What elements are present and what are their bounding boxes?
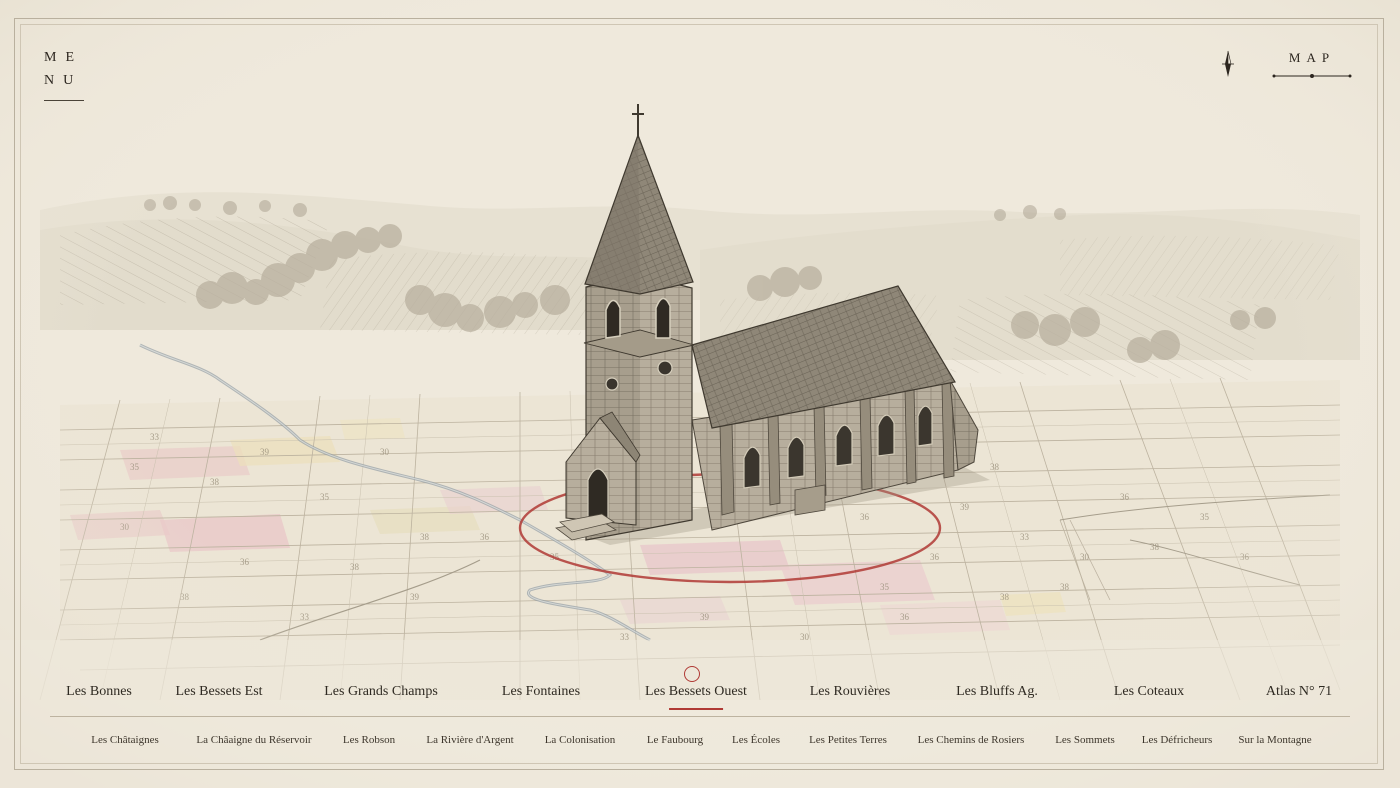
map-button-label: MAP — [1288, 50, 1336, 65]
subdistrict-link[interactable]: Les Écoles — [732, 734, 780, 746]
district-link[interactable]: Les Rouvières — [810, 684, 890, 700]
district-nav: Les Bonnes Les Bessets Est Les Grands Ch… — [0, 684, 1400, 708]
menu-button[interactable]: ME NU — [44, 46, 84, 101]
subdistrict-link[interactable]: Les Châtaignes — [91, 734, 159, 746]
district-link[interactable]: Les Fontaines — [502, 684, 580, 700]
subdistrict-link[interactable]: Les Défricheurs — [1142, 734, 1213, 746]
nav-divider — [50, 716, 1350, 717]
district-link[interactable]: Les Bonnes — [66, 684, 132, 700]
location-marker-icon — [684, 666, 700, 682]
map-illustration: 3339383530363839333836353836393336303835… — [0, 0, 1400, 788]
subdistrict-nav: Les Châtaignes La Châaigne du Réservoir … — [0, 734, 1400, 750]
subdistrict-link[interactable]: Les Sommets — [1055, 734, 1115, 746]
district-link[interactable]: Les Bessets Est — [175, 684, 262, 700]
subdistrict-link[interactable]: Les Chemins de Rosiers — [918, 734, 1025, 746]
district-link[interactable]: Les Grands Champs — [324, 684, 438, 700]
subdistrict-link[interactable]: Le Faubourg — [647, 734, 703, 746]
subdistrict-link[interactable]: La Rivière d'Argent — [426, 734, 513, 746]
district-link[interactable]: Les Coteaux — [1114, 684, 1184, 700]
subdistrict-link[interactable]: Sur la Montagne — [1238, 734, 1311, 746]
map-scale-rule-icon — [1272, 74, 1352, 78]
subdistrict-link[interactable]: La Châaigne du Réservoir — [196, 734, 311, 746]
menu-label-line2: NU — [44, 73, 83, 88]
map-button[interactable]: MAP — [1272, 50, 1352, 80]
compass-rose-icon — [1222, 50, 1234, 77]
subdistrict-link[interactable]: Les Petites Terres — [809, 734, 887, 746]
district-link[interactable]: Les Bluffs Ag. — [956, 684, 1038, 700]
atlas-number-link[interactable]: Atlas N° 71 — [1266, 684, 1332, 700]
subdistrict-link[interactable]: Les Robson — [343, 734, 395, 746]
menu-label-line1: ME — [44, 50, 83, 65]
district-link-active[interactable]: Les Bessets Ouest — [645, 684, 747, 700]
menu-underline — [44, 100, 84, 101]
subdistrict-link[interactable]: La Colonisation — [545, 734, 616, 746]
